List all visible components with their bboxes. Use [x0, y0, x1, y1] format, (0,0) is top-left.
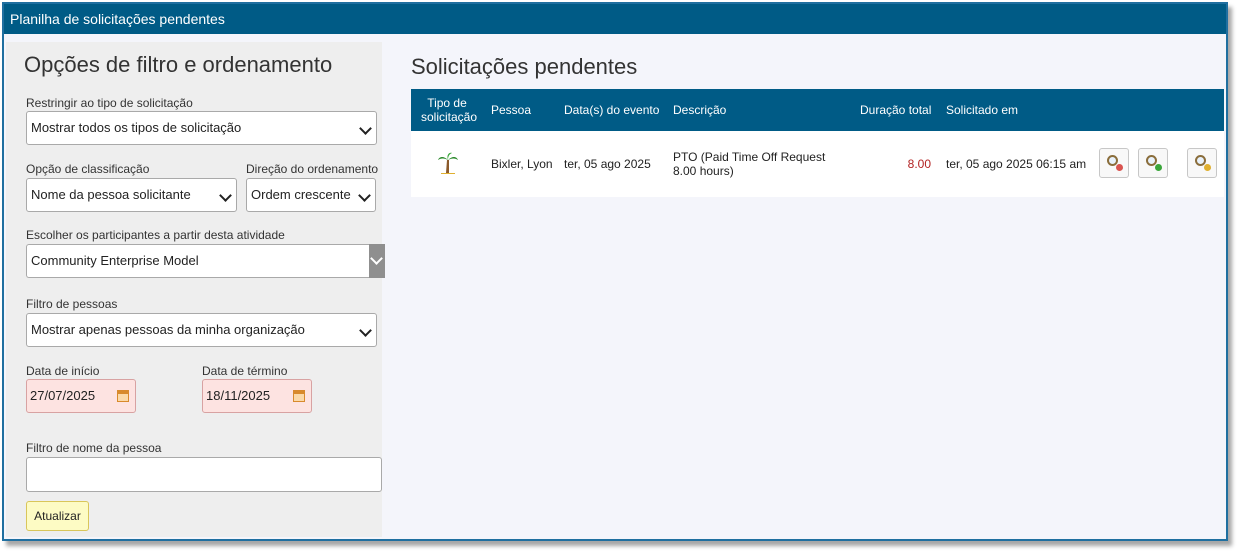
start-date-value: 27/07/2025	[30, 388, 96, 403]
start-date-label: Data de início	[26, 364, 100, 378]
row-person: Bixler, Lyon	[491, 157, 553, 171]
view-badge-icon	[1204, 164, 1211, 171]
sort-option-value: Nome da pessoa solicitante	[31, 187, 191, 202]
column-header-type-line1: Tipo de	[427, 96, 467, 110]
end-date-value: 18/11/2025	[206, 388, 271, 403]
sort-direction-select[interactable]: Ordem crescente	[246, 178, 376, 212]
name-filter-input[interactable]	[26, 457, 382, 492]
activity-label: Escolher os participantes a partir desta…	[26, 228, 285, 242]
chevron-down-icon	[219, 189, 232, 202]
table-row: Bixler, Lyon ter, 05 ago 2025 PTO (Paid …	[411, 131, 1224, 197]
chevron-down-icon	[358, 189, 371, 202]
table-header: Tipo de solicitação Pessoa Data(s) do ev…	[411, 89, 1224, 131]
window-title: Planilha de solicitações pendentes	[4, 4, 1226, 34]
sort-direction-label: Direção do ordenamento	[246, 162, 379, 176]
row-duration: 8.00	[907, 157, 931, 171]
column-header-total-duration: Duração total	[860, 103, 932, 117]
deny-request-button[interactable]	[1099, 148, 1129, 178]
calendar-icon[interactable]	[293, 390, 305, 402]
end-date-input[interactable]: 18/11/2025	[202, 379, 312, 413]
deny-badge-icon	[1116, 164, 1123, 171]
filter-heading: Opções de filtro e ordenamento	[24, 52, 333, 77]
chevron-down-icon	[370, 252, 383, 265]
request-type-label: Restringir ao tipo de solicitação	[26, 96, 193, 110]
sort-option-label: Opção de classificação	[26, 162, 150, 176]
column-header-type-line2: solicitação	[421, 110, 478, 124]
activity-dropdown-toggle[interactable]	[369, 244, 385, 278]
row-description: PTO (Paid Time Off Request 8.00 hours)	[673, 150, 825, 178]
approve-request-button[interactable]	[1138, 148, 1168, 178]
row-requested-at: ter, 05 ago 2025 06:15 am	[946, 157, 1087, 171]
sort-option-select[interactable]: Nome da pessoa solicitante	[26, 178, 237, 212]
column-header-description: Descrição	[673, 103, 727, 117]
people-filter-value: Mostrar apenas pessoas da minha organiza…	[31, 322, 305, 337]
palm-tree-icon	[437, 151, 459, 175]
activity-value: Community Enterprise Model	[31, 253, 199, 268]
column-header-type: Tipo de solicitação	[421, 96, 477, 124]
column-header-requested-at: Solicitado em	[946, 103, 1019, 117]
people-filter-select[interactable]: Mostrar apenas pessoas da minha organiza…	[26, 313, 377, 347]
view-request-button[interactable]	[1187, 148, 1217, 178]
calendar-icon[interactable]	[117, 390, 129, 402]
column-header-person: Pessoa	[491, 103, 532, 117]
chevron-down-icon	[359, 324, 372, 337]
request-type-value: Mostrar todos os tipos de solicitação	[31, 120, 242, 135]
row-event-date: ter, 05 ago 2025	[564, 157, 651, 171]
chevron-down-icon	[359, 122, 372, 135]
end-date-label: Data de término	[202, 364, 288, 378]
activity-select[interactable]: Community Enterprise Model	[26, 244, 385, 278]
approve-badge-icon	[1155, 164, 1162, 171]
request-type-select[interactable]: Mostrar todos os tipos de solicitação	[26, 111, 377, 145]
row-description-line2: 8.00 hours)	[673, 164, 734, 178]
name-filter-label: Filtro de nome da pessoa	[26, 441, 162, 455]
filter-panel: Opções de filtro e ordenamento Restringi…	[6, 42, 385, 537]
sort-direction-value: Ordem crescente	[251, 187, 351, 202]
requests-heading: Solicitações pendentes	[411, 54, 638, 79]
app-window: Planilha de solicitações pendentes Opçõe…	[2, 2, 1228, 541]
row-description-line1: PTO (Paid Time Off Request	[673, 150, 826, 164]
column-header-event-dates: Data(s) do evento	[564, 103, 660, 117]
update-button[interactable]: Atualizar	[26, 501, 89, 531]
start-date-input[interactable]: 27/07/2025	[26, 379, 136, 413]
people-filter-label: Filtro de pessoas	[26, 297, 118, 311]
